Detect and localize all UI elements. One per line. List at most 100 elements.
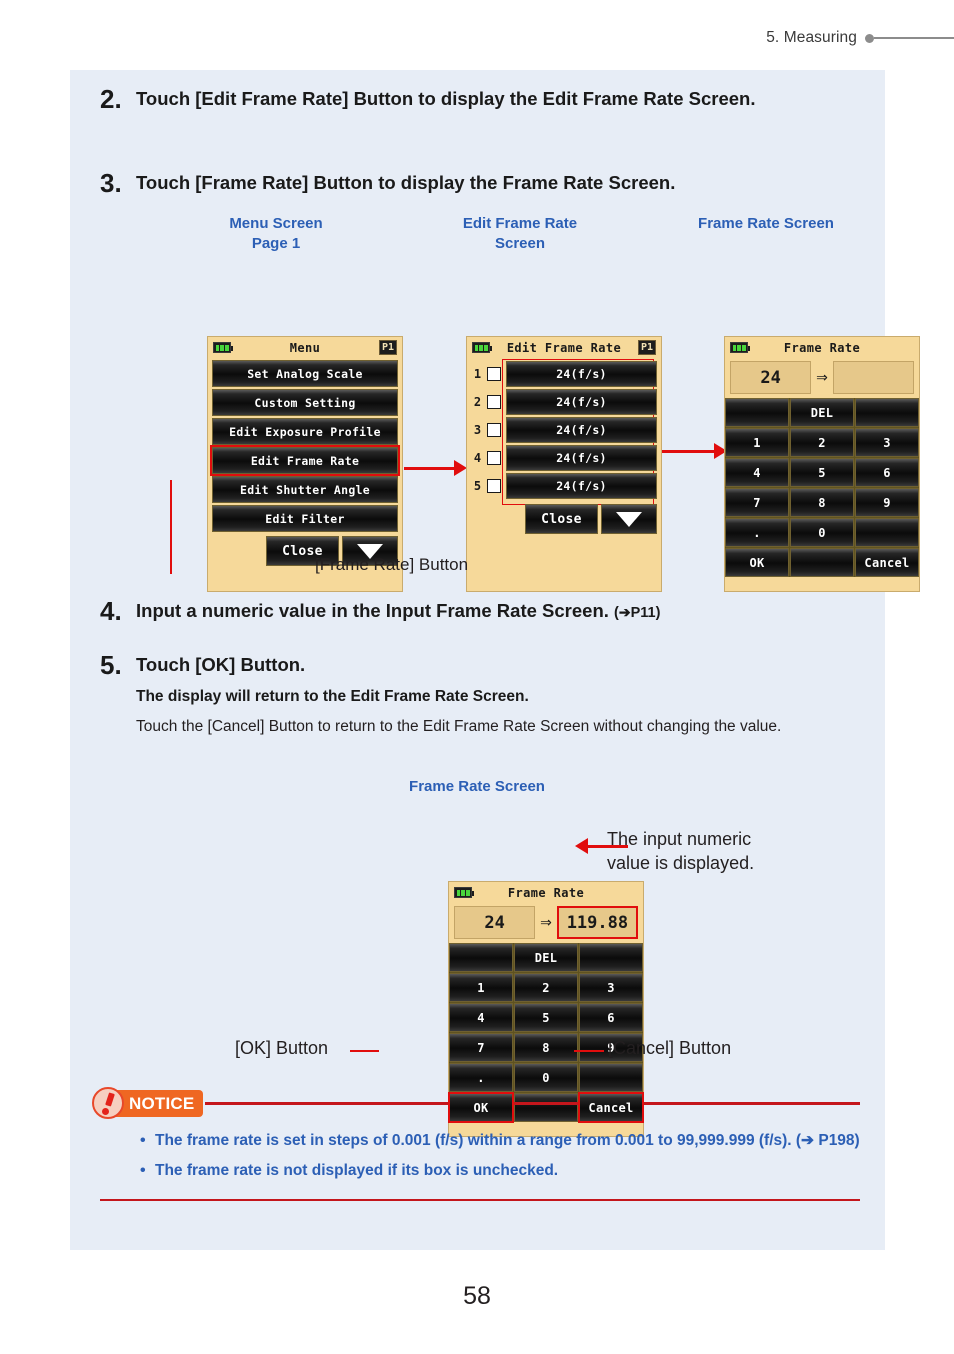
caption-edit-frame-rate: Edit Frame Rate Screen bbox=[422, 214, 618, 253]
edit-row-1-checkbox[interactable] bbox=[487, 367, 501, 381]
battery-icon bbox=[730, 342, 750, 353]
notice-item-2: The frame rate is not displayed if its b… bbox=[138, 1159, 860, 1183]
key-8[interactable]: 8 bbox=[514, 1033, 578, 1062]
rate-value-row-top: 24 ⇒ bbox=[725, 359, 919, 398]
edit-screen-title: Edit Frame Rate bbox=[506, 341, 622, 355]
key-1[interactable]: 1 bbox=[725, 428, 789, 457]
key-8[interactable]: 8 bbox=[790, 488, 854, 517]
edit-frame-rate-screen-mockup: Edit Frame Rate P1 1 24(f/s) 2 24(f/s) 3 bbox=[466, 336, 662, 592]
step-5-number: 5. bbox=[100, 650, 122, 680]
key-4[interactable]: 4 bbox=[725, 458, 789, 487]
step-2: 2. Touch [Edit Frame Rate] Button to dis… bbox=[100, 86, 860, 113]
key-3[interactable]: 3 bbox=[855, 428, 919, 457]
notice-badge: NOTICE bbox=[92, 1087, 204, 1119]
key-0[interactable]: 0 bbox=[790, 518, 854, 547]
key-3[interactable]: 3 bbox=[579, 973, 643, 1002]
manual-page: 5. Measuring 2. Touch [Edit Frame Rate] … bbox=[0, 0, 954, 1354]
exclamation-icon bbox=[92, 1087, 124, 1119]
key-blank-2[interactable] bbox=[855, 398, 919, 427]
key-5[interactable]: 5 bbox=[514, 1003, 578, 1032]
edit-row-3: 3 24(f/s) bbox=[473, 417, 657, 443]
key-del[interactable]: DEL bbox=[514, 943, 578, 972]
edit-page-down-button[interactable] bbox=[601, 504, 657, 534]
key-decimal-point[interactable]: . bbox=[725, 518, 789, 547]
key-4[interactable]: 4 bbox=[449, 1003, 513, 1032]
key-decimal-point[interactable]: . bbox=[449, 1063, 513, 1092]
key-ok[interactable]: OK bbox=[725, 548, 789, 577]
key-ok[interactable]: OK bbox=[448, 1092, 514, 1123]
edit-row-2-checkbox[interactable] bbox=[487, 395, 501, 409]
key-1[interactable]: 1 bbox=[449, 973, 513, 1002]
menu-item-edit-filter[interactable]: Edit Filter bbox=[212, 505, 398, 532]
callout-input-value-label: The input numeric value is displayed. bbox=[607, 827, 754, 876]
key-6[interactable]: 6 bbox=[579, 1003, 643, 1032]
edit-screen-titlebar: Edit Frame Rate P1 bbox=[467, 337, 661, 359]
edit-row-3-value-button[interactable]: 24(f/s) bbox=[506, 417, 657, 443]
arrow-menu-to-edit-line bbox=[404, 467, 456, 470]
step-5: 5. Touch [OK] Button. bbox=[100, 652, 860, 679]
key-2[interactable]: 2 bbox=[514, 973, 578, 1002]
rate-value-row-bottom: 24 ⇒ 119.88 bbox=[449, 904, 643, 943]
rate-current-value-top: 24 bbox=[730, 361, 812, 394]
notice-item-1: The frame rate is set in steps of 0.001 … bbox=[138, 1129, 860, 1153]
menu-item-edit-frame-rate[interactable]: Edit Frame Rate bbox=[210, 445, 400, 476]
battery-icon bbox=[213, 342, 233, 353]
key-6[interactable]: 6 bbox=[855, 458, 919, 487]
rate-new-value-top[interactable] bbox=[832, 361, 914, 394]
callout-cancel-button-line bbox=[574, 1050, 604, 1053]
edit-row-3-checkbox[interactable] bbox=[487, 423, 501, 437]
edit-row-5: 5 24(f/s) bbox=[473, 473, 657, 499]
callout-input-value-line2: value is displayed. bbox=[607, 853, 755, 874]
edit-row-4-value-button[interactable]: 24(f/s) bbox=[506, 445, 657, 471]
frame-rate-screen-mockup-top: Frame Rate 24 ⇒ DEL 1 2 3 4 5 6 7 8 9 . bbox=[724, 336, 920, 592]
rate-arrow-separator-icon: ⇒ bbox=[816, 369, 828, 385]
edit-row-4-index: 4 bbox=[473, 451, 482, 465]
menu-screen-mockup: Menu P1 Set Analog Scale Custom Setting … bbox=[207, 336, 403, 592]
menu-item-edit-exposure-profile[interactable]: Edit Exposure Profile bbox=[212, 418, 398, 445]
edit-row-5-value-button[interactable]: 24(f/s) bbox=[506, 473, 657, 499]
key-5[interactable]: 5 bbox=[790, 458, 854, 487]
key-blank-2[interactable] bbox=[579, 943, 643, 972]
key-blank-4[interactable] bbox=[790, 548, 854, 577]
key-0[interactable]: 0 bbox=[514, 1063, 578, 1092]
notice-top-rule bbox=[205, 1102, 860, 1105]
key-blank-1[interactable] bbox=[449, 943, 513, 972]
key-7[interactable]: 7 bbox=[449, 1033, 513, 1062]
key-blank-3[interactable] bbox=[855, 518, 919, 547]
notice-label: NOTICE bbox=[129, 1093, 195, 1113]
key-2[interactable]: 2 bbox=[790, 428, 854, 457]
battery-icon bbox=[454, 887, 474, 898]
edit-row-1-index: 1 bbox=[473, 367, 482, 381]
key-7[interactable]: 7 bbox=[725, 488, 789, 517]
step-3-number: 3. bbox=[100, 168, 122, 198]
step-5-subtext-bold: The display will return to the Edit Fram… bbox=[136, 688, 529, 705]
edit-screen-rows: 1 24(f/s) 2 24(f/s) 3 24(f/s) 4 24(f/s) … bbox=[467, 359, 661, 505]
key-blank-1[interactable] bbox=[725, 398, 789, 427]
running-header: 5. Measuring bbox=[0, 26, 954, 50]
chapter-label: 5. Measuring bbox=[766, 29, 857, 46]
notice-list: The frame rate is set in steps of 0.001 … bbox=[138, 1129, 860, 1183]
key-del[interactable]: DEL bbox=[790, 398, 854, 427]
caption-menu-screen-line1: Menu Screen bbox=[229, 215, 323, 232]
arrow-edit-to-rate-line bbox=[662, 450, 718, 453]
callout-frame-rate-button-line bbox=[170, 480, 173, 574]
edit-row-1-value-button[interactable]: 24(f/s) bbox=[506, 361, 657, 387]
edit-row-5-checkbox[interactable] bbox=[487, 479, 501, 493]
key-cancel[interactable]: Cancel bbox=[578, 1092, 644, 1123]
caption-frame-rate-screen: Frame Rate Screen bbox=[698, 215, 834, 232]
step-4-number: 4. bbox=[100, 596, 122, 626]
rate-new-value-bottom[interactable]: 119.88 bbox=[556, 906, 638, 939]
rate-screen-titlebar: Frame Rate bbox=[725, 337, 919, 359]
menu-item-edit-shutter-angle[interactable]: Edit Shutter Angle bbox=[212, 476, 398, 503]
caption-edit-frame-rate-line1: Edit Frame Rate bbox=[462, 215, 578, 232]
menu-item-custom-setting[interactable]: Custom Setting bbox=[212, 389, 398, 416]
menu-item-set-analog-scale[interactable]: Set Analog Scale bbox=[212, 360, 398, 387]
battery-icon bbox=[472, 342, 492, 353]
callout-cancel-button-label: [Cancel] Button bbox=[608, 1038, 732, 1058]
edit-close-button[interactable]: Close bbox=[525, 504, 598, 534]
key-9[interactable]: 9 bbox=[855, 488, 919, 517]
key-blank-3[interactable] bbox=[579, 1063, 643, 1092]
key-cancel[interactable]: Cancel bbox=[855, 548, 919, 577]
edit-row-2-value-button[interactable]: 24(f/s) bbox=[506, 389, 657, 415]
edit-row-4-checkbox[interactable] bbox=[487, 451, 501, 465]
